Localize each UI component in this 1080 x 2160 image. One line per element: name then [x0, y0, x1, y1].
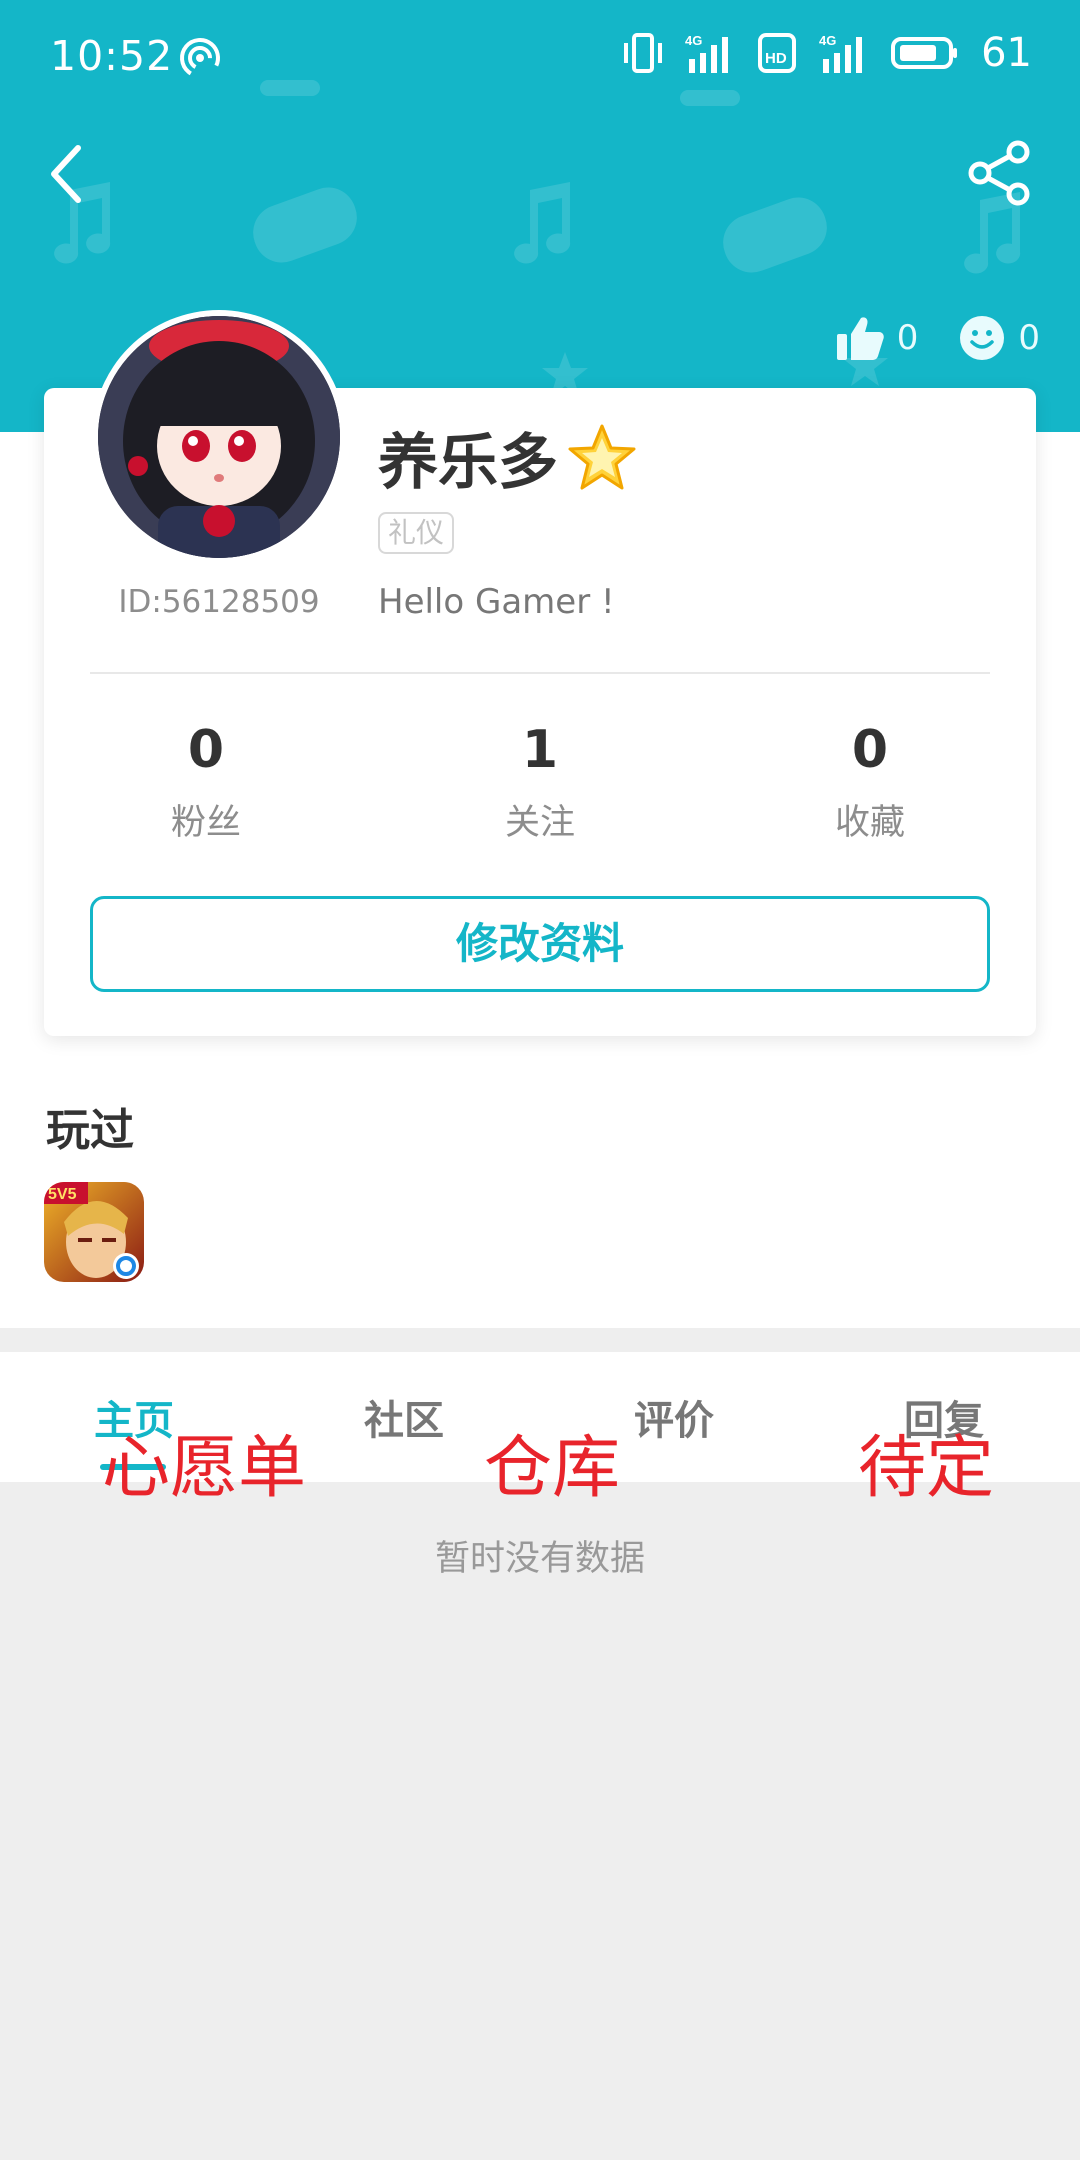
- hd-icon: HD: [758, 33, 797, 73]
- played-section-title: 玩过: [46, 1105, 134, 1156]
- music-note-icon: [514, 182, 571, 264]
- svg-text:4G: 4G: [685, 33, 702, 48]
- signal-4g-icon: 4G: [819, 33, 863, 73]
- stat-label: 关注: [504, 803, 575, 843]
- hotspot-icon: [180, 38, 220, 78]
- profile-page: 10:52 4G HD 4G 61 0 0 ID:56128509 养乐多 礼仪…: [0, 0, 1080, 2160]
- likes-counter[interactable]: 0: [835, 314, 919, 362]
- status-icons: 4G HD 4G 61: [623, 30, 1032, 76]
- status-time: 10:52: [50, 32, 174, 80]
- game-icon[interactable]: 5V5: [44, 1182, 144, 1282]
- thumbs-up-icon: [836, 317, 884, 360]
- signal-4g-icon: 4G: [685, 33, 729, 73]
- stat-value: 1: [521, 720, 559, 780]
- stat-label: 收藏: [834, 803, 905, 843]
- svg-text:4G: 4G: [819, 33, 836, 48]
- battery-icon: [891, 37, 958, 69]
- svg-text:5V5: 5V5: [48, 1186, 77, 1203]
- empty-state-message: 暂时没有数据: [434, 1539, 645, 1579]
- star-icon: [568, 424, 636, 489]
- header-counters: 0 0: [795, 314, 1040, 362]
- battery-level: 61: [981, 30, 1032, 76]
- back-icon[interactable]: [40, 140, 96, 208]
- stat-label: 粉丝: [170, 803, 241, 843]
- divider: [90, 672, 990, 674]
- name-row: 养乐多: [378, 414, 636, 501]
- user-tag: 礼仪: [378, 512, 455, 554]
- tab-reviews[interactable]: 评价: [634, 1388, 714, 1446]
- gamepad-icon: [253, 187, 357, 263]
- user-bio: Hello Gamer !: [378, 582, 615, 622]
- overlay-label-wishlist: 心愿单: [102, 1429, 307, 1508]
- stat-favorites[interactable]: 0 收藏: [760, 716, 980, 845]
- smiles-counter[interactable]: 0: [958, 314, 1040, 362]
- tab-community[interactable]: 社区: [364, 1388, 444, 1446]
- share-icon[interactable]: [966, 140, 1032, 206]
- avatar[interactable]: [92, 310, 346, 564]
- smiles-count: 0: [1018, 318, 1040, 358]
- gamepad-icon: [723, 197, 827, 273]
- status-bar: 10:52 4G HD 4G 61: [0, 0, 1080, 112]
- edit-profile-button[interactable]: 修改资料: [90, 896, 990, 992]
- overlay-label-warehouse: 仓库: [484, 1429, 621, 1508]
- stat-following[interactable]: 1 关注: [430, 716, 650, 845]
- likes-count: 0: [896, 318, 919, 358]
- avatar-image: [98, 316, 340, 558]
- smile-icon: [960, 316, 1005, 360]
- user-name: 养乐多: [378, 428, 558, 498]
- vibrate-icon: [624, 33, 663, 73]
- svg-text:HD: HD: [765, 50, 787, 67]
- section-gap: [0, 1328, 1080, 1352]
- user-id: ID:56128509: [118, 584, 320, 620]
- overlay-label-pending: 待定: [858, 1429, 995, 1508]
- stat-value: 0: [187, 720, 225, 780]
- stat-value: 0: [851, 720, 889, 780]
- stat-fans[interactable]: 0 粉丝: [96, 716, 316, 845]
